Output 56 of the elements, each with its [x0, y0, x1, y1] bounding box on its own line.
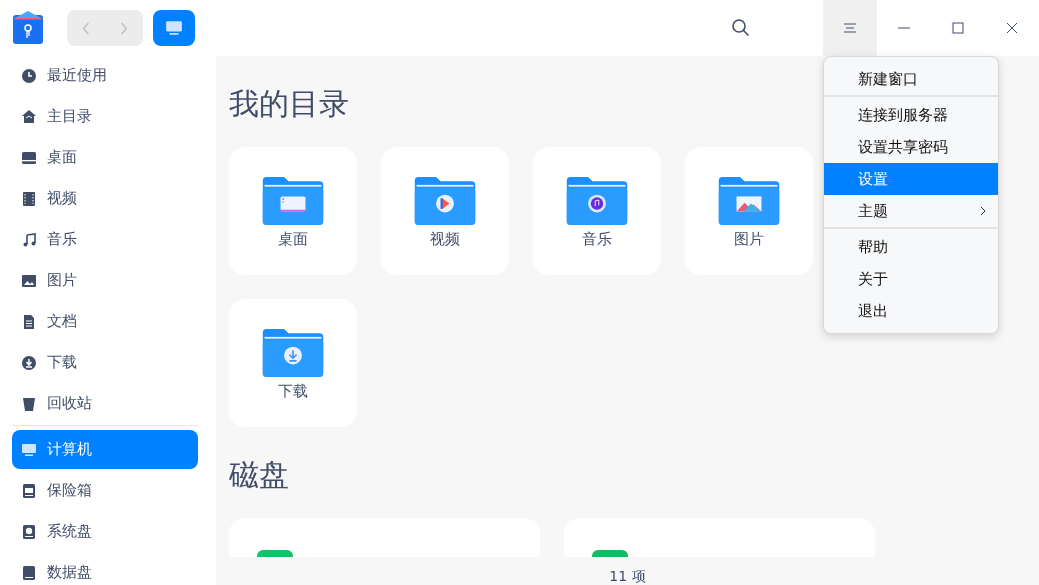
sidebar-item[interactable]: 主目录 [12, 97, 198, 136]
sidebar-item[interactable]: 数据盘 [12, 553, 198, 585]
computer-view-button[interactable] [153, 10, 195, 46]
menu-item[interactable]: 退出 [824, 295, 998, 327]
image-icon [21, 272, 37, 289]
menu-item[interactable]: 设置 [824, 163, 998, 195]
folder-label: 下载 [278, 381, 308, 401]
folder-card[interactable]: 视频 [381, 147, 509, 275]
section-title: 我的目录 [229, 85, 349, 123]
menu-item[interactable]: 新建窗口 [824, 63, 998, 97]
menu-item[interactable]: 设置共享密码 [824, 131, 998, 163]
folder-card[interactable]: 桌面 [229, 147, 357, 275]
sidebar-item[interactable]: 桌面 [12, 138, 198, 177]
menu-item[interactable]: 连接到服务器 [824, 99, 998, 131]
sidebar-item[interactable]: 音乐 [12, 220, 198, 259]
home-icon [21, 108, 37, 125]
sidebar-item[interactable]: 最近使用 [12, 56, 198, 95]
clock-icon [21, 67, 37, 84]
folder-card[interactable]: 图片 [685, 147, 813, 275]
sidebar-item[interactable]: 视频 [12, 179, 198, 218]
chevron-right-icon [120, 21, 128, 35]
note-icon [21, 231, 37, 248]
folder-label: 图片 [734, 229, 764, 249]
app-logo-icon [12, 11, 44, 45]
section-title: 磁盘 [229, 456, 289, 494]
menu-item[interactable]: 帮助 [824, 231, 998, 263]
vault-icon [21, 482, 37, 499]
sidebar-item[interactable]: 回收站 [12, 384, 198, 423]
film-icon [21, 190, 37, 207]
folder-card[interactable]: 音乐 [533, 147, 661, 275]
maximize-icon [952, 22, 964, 34]
sidebar-item[interactable]: 图片 [12, 261, 198, 300]
doc-icon [21, 313, 37, 330]
menu-item[interactable]: 主题 [824, 195, 998, 229]
sidebar-item[interactable]: 下载 [12, 343, 198, 382]
sidebar-item[interactable]: 系统盘 [12, 512, 198, 551]
folder-card[interactable]: 下载 [229, 299, 357, 427]
trash-icon [21, 395, 37, 412]
sidebar-item[interactable]: 保险箱 [12, 471, 198, 510]
close-icon [1006, 22, 1018, 34]
menu-button[interactable] [823, 0, 877, 56]
chevron-left-icon [82, 21, 90, 35]
folder-label: 音乐 [582, 229, 612, 249]
download-icon [21, 354, 37, 371]
desktop-icon [21, 149, 37, 166]
folder-label: 桌面 [278, 229, 308, 249]
monitor-icon [21, 441, 37, 458]
chevron-right-icon [980, 206, 986, 216]
sidebar-item[interactable]: 文档 [12, 302, 198, 341]
folder-label: 视频 [430, 229, 460, 249]
search-icon[interactable] [731, 18, 751, 38]
sidebar-item[interactable]: 计算机 [12, 430, 198, 469]
monitor-icon [165, 19, 183, 37]
drive-icon [21, 564, 37, 581]
menu-icon [844, 23, 856, 33]
menu-item[interactable]: 关于 [824, 263, 998, 295]
